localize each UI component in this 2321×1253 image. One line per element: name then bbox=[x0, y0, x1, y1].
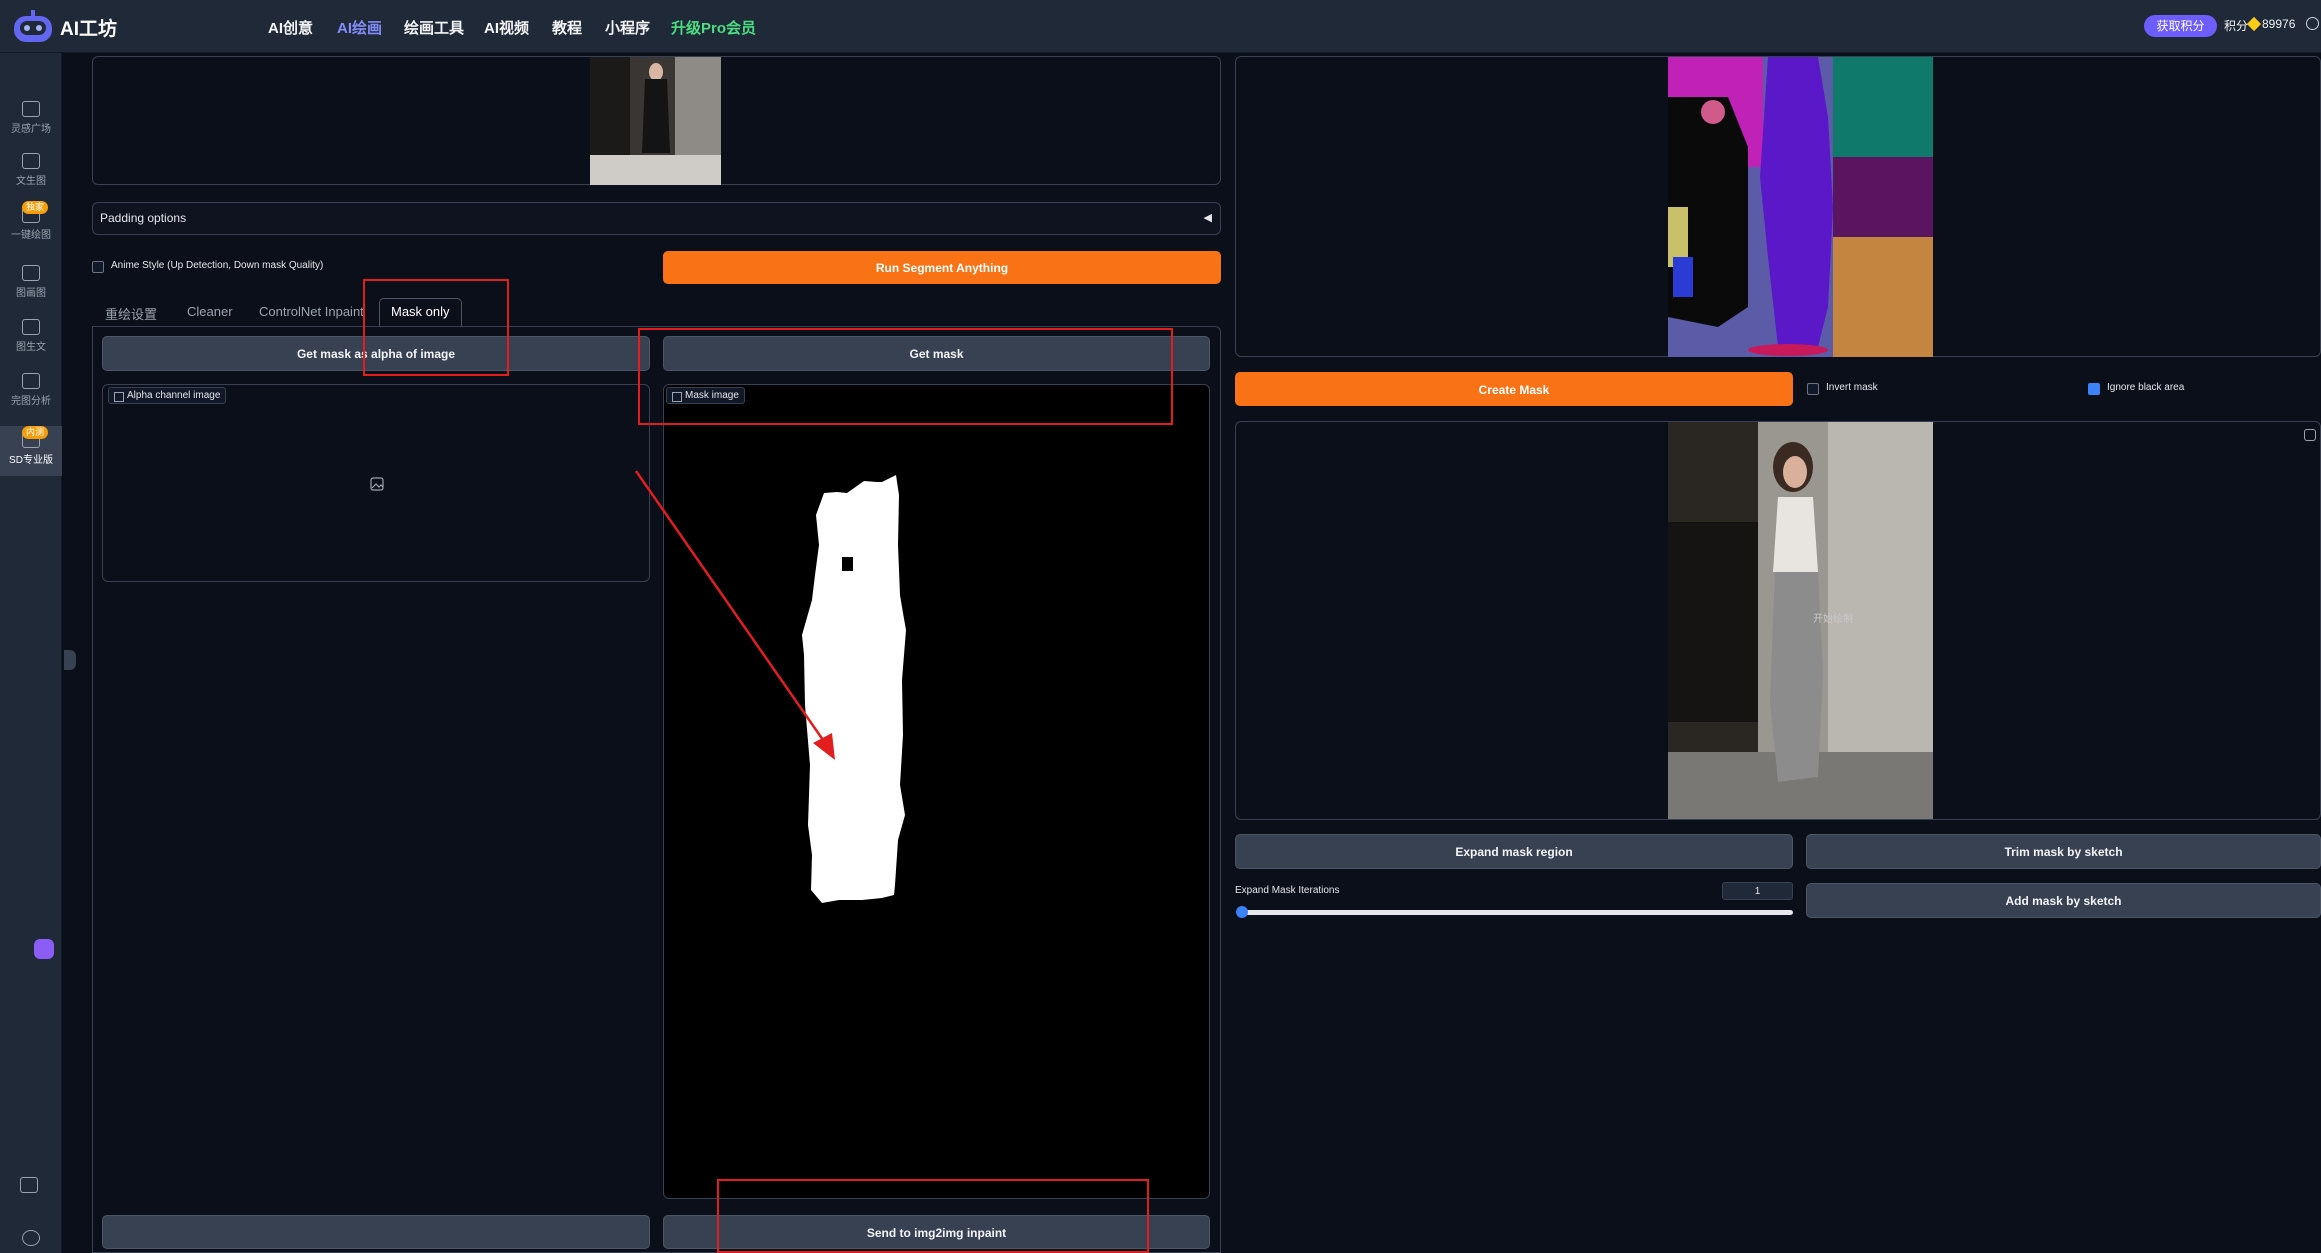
padding-options-label: Padding options bbox=[100, 211, 187, 225]
get-points-button[interactable]: 获取积分 bbox=[2144, 15, 2217, 37]
expand-iterations-input[interactable]: 1 bbox=[1722, 882, 1793, 900]
nav-upgrade-pro[interactable]: 升级Pro会员 bbox=[671, 17, 756, 38]
sidebar-item-label: 文生图 bbox=[16, 176, 46, 187]
top-nav-bar: AI工坊 AI创意 AI绘画 绘画工具 AI视频 教程 小程序 升级Pro会员 … bbox=[0, 0, 2321, 53]
alpha-channel-image-dropzone[interactable]: Alpha channel image bbox=[102, 384, 650, 582]
invert-mask-label: Invert mask bbox=[1826, 382, 1878, 393]
sidebar-item-text-to-image[interactable]: 文生图 bbox=[0, 153, 62, 193]
image-icon bbox=[22, 265, 40, 281]
create-mask-button[interactable]: Create Mask bbox=[1235, 372, 1793, 406]
analysis-icon bbox=[22, 373, 40, 389]
nav-painting-tools[interactable]: 绘画工具 bbox=[404, 17, 464, 38]
tab-controlnet-inpaint[interactable]: ControlNet Inpaint bbox=[259, 304, 364, 319]
run-segment-anything-button[interactable]: Run Segment Anything bbox=[663, 251, 1221, 284]
nav-ai-video[interactable]: AI视频 bbox=[484, 17, 529, 38]
collapse-arrow-icon: ◀ bbox=[1203, 212, 1212, 224]
assistant-icon[interactable] bbox=[34, 939, 54, 959]
exclusive-badge: 独家 bbox=[22, 201, 49, 214]
image-placeholder-icon bbox=[370, 477, 384, 491]
tab-repaint-settings[interactable]: 重绘设置 bbox=[105, 304, 157, 323]
globe-icon[interactable] bbox=[2306, 17, 2319, 30]
sidebar-item-label: 图画图 bbox=[16, 288, 46, 299]
sidebar-item-inspiration[interactable]: 灵感广场 bbox=[0, 101, 62, 141]
nav-ai-creative[interactable]: AI创意 bbox=[268, 17, 313, 38]
anime-style-label: Anime Style (Up Detection, Down mask Qua… bbox=[111, 260, 324, 271]
source-image-thumbnail bbox=[590, 57, 721, 185]
highlight-box-send-inpaint bbox=[717, 1179, 1149, 1253]
highlight-box-get-mask bbox=[638, 328, 1173, 425]
expand-iterations-slider-track[interactable] bbox=[1238, 910, 1793, 915]
empty-action-button[interactable] bbox=[102, 1215, 650, 1249]
padding-options-accordion[interactable]: Padding options ◀ bbox=[92, 202, 1221, 235]
sidebar-item-image-to-image[interactable]: 图画图 bbox=[0, 265, 62, 305]
app-title: AI工坊 bbox=[60, 19, 118, 40]
source-image-panel bbox=[92, 56, 1221, 185]
points-value: 89976 bbox=[2262, 17, 2296, 31]
sidebar-item-analysis[interactable]: 完图分析 bbox=[0, 373, 62, 413]
scan-icon bbox=[22, 153, 40, 169]
sidebar-item-one-click[interactable]: 独家 一键绘图 bbox=[0, 201, 62, 247]
sidebar-item-label: 图生文 bbox=[16, 342, 46, 353]
sidebar-item-label: SD专业版 bbox=[9, 455, 53, 466]
sidebar-item-label: 完图分析 bbox=[11, 396, 51, 407]
invert-mask-checkbox[interactable] bbox=[1807, 383, 1819, 395]
edit-icon bbox=[22, 319, 40, 335]
canvas-overlay-text: 开始绘制 bbox=[1813, 614, 1853, 625]
sidebar-collapse-handle[interactable] bbox=[64, 650, 76, 670]
gallery-icon[interactable] bbox=[20, 1177, 38, 1193]
expand-mask-button[interactable]: Expand mask region bbox=[1235, 834, 1793, 869]
segment-result-panel bbox=[1235, 56, 2321, 357]
mountain-icon bbox=[22, 101, 40, 117]
sketch-canvas-image[interactable] bbox=[1668, 422, 1933, 819]
ignore-black-area-label: Ignore black area bbox=[2107, 382, 2185, 393]
trim-mask-button[interactable]: Trim mask by sketch bbox=[1806, 834, 2321, 869]
sidebar-item-label: 灵感广场 bbox=[11, 124, 51, 135]
logo-icon[interactable] bbox=[10, 8, 56, 46]
left-sidebar: 灵感广场 文生图 独家 一键绘图 图画图 图生文 完图分析 内测 SD专业版 bbox=[0, 53, 62, 1253]
alpha-channel-image-label: Alpha channel image bbox=[108, 387, 227, 404]
ignore-black-area-checkbox[interactable] bbox=[2088, 383, 2100, 395]
tab-cleaner[interactable]: Cleaner bbox=[187, 304, 233, 319]
highlight-box-mask-only-tab bbox=[363, 279, 509, 376]
red-arrow-annotation bbox=[634, 470, 835, 760]
beta-badge: 内测 bbox=[22, 426, 49, 439]
expand-iterations-label: Expand Mask Iterations bbox=[1235, 885, 1340, 896]
anime-style-checkbox[interactable] bbox=[92, 261, 104, 273]
sidebar-item-label: 一键绘图 bbox=[11, 230, 51, 241]
mask-sketch-panel[interactable]: 开始绘制 bbox=[1235, 421, 2321, 820]
sidebar-item-sd-pro[interactable]: 内测 SD专业版 bbox=[0, 426, 62, 476]
coin-icon bbox=[2246, 16, 2262, 32]
expand-iterations-slider-thumb[interactable] bbox=[1236, 906, 1248, 918]
nav-tutorial[interactable]: 教程 bbox=[552, 17, 582, 38]
segmentation-preview bbox=[1668, 57, 1933, 357]
nav-mini-program[interactable]: 小程序 bbox=[605, 17, 650, 38]
sidebar-item-image-to-text[interactable]: 图生文 bbox=[0, 319, 62, 359]
points-label: 积分 bbox=[2224, 19, 2249, 33]
add-mask-button[interactable]: Add mask by sketch bbox=[1806, 883, 2321, 918]
settings-icon[interactable] bbox=[22, 1230, 40, 1246]
undo-icon[interactable] bbox=[2304, 429, 2316, 441]
nav-ai-painting[interactable]: AI绘画 bbox=[337, 17, 382, 38]
